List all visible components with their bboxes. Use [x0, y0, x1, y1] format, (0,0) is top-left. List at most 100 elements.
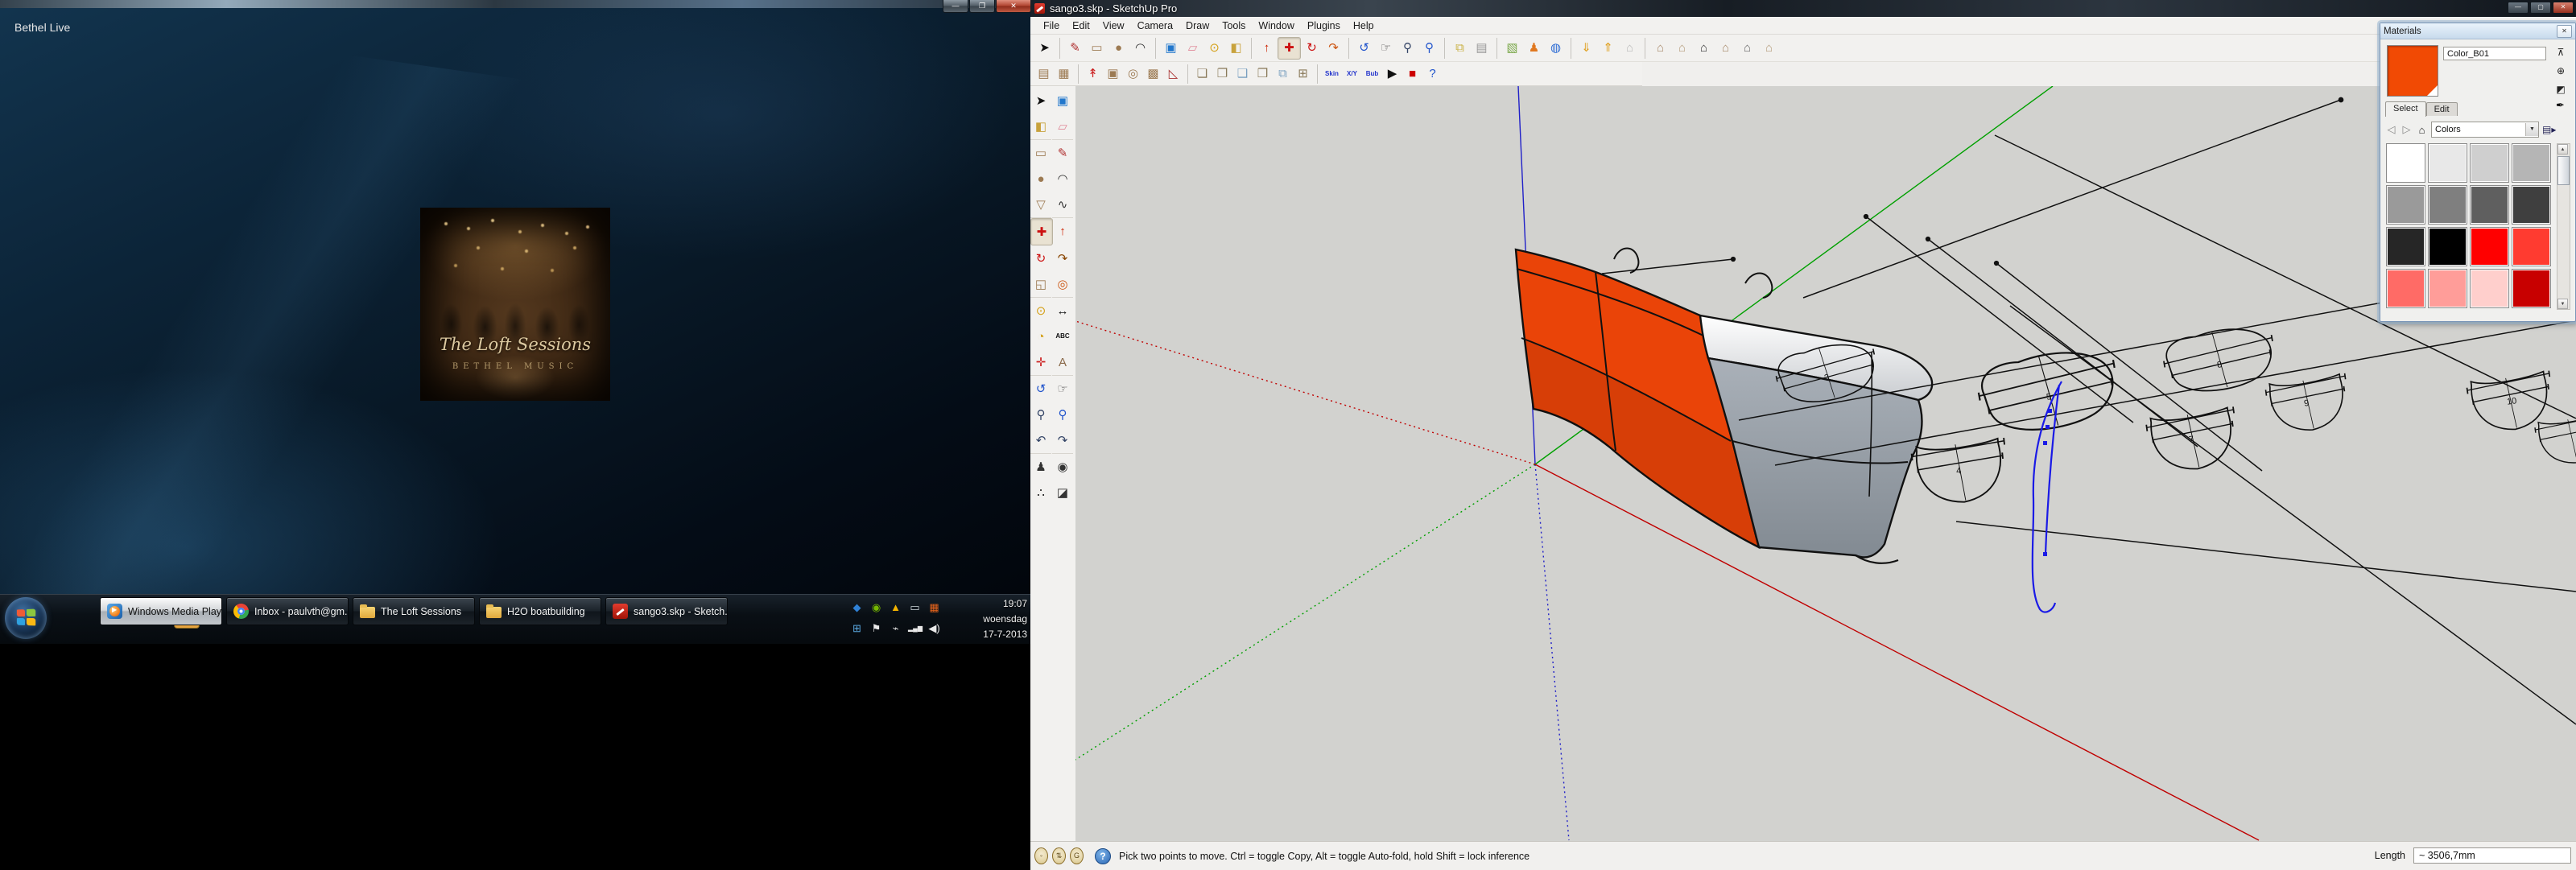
component-house-4-icon[interactable]: ⌂	[1715, 38, 1736, 59]
power-tray-icon[interactable]: ⌁	[889, 621, 902, 635]
maximize-button[interactable]: ▢	[2530, 2, 2551, 14]
offset-tool-icon[interactable]: ◎	[1052, 271, 1073, 298]
move-tool-icon[interactable]: ✚	[1278, 37, 1301, 60]
rectangle-tool-icon[interactable]: ▭	[1030, 140, 1051, 166]
line-tool-icon[interactable]: ✎	[1052, 140, 1073, 166]
menu-view[interactable]: View	[1096, 19, 1131, 33]
joint-push-pull-icon[interactable]: ❏	[1187, 64, 1212, 84]
color-swatch[interactable]	[2386, 227, 2425, 266]
minimize-button[interactable]: —	[2508, 2, 2529, 14]
forward-icon[interactable]: ▷	[2401, 123, 2413, 136]
display-tray-icon[interactable]: ▭	[908, 600, 922, 614]
restore-button[interactable]: ❐	[969, 0, 995, 13]
taskbar-button-windows-media-player[interactable]: Windows Media Player	[100, 597, 222, 625]
add-detail-tool-icon[interactable]: ▩	[1143, 64, 1163, 84]
taskbar-button-the-loft-sessions[interactable]: The Loft Sessions	[353, 597, 475, 625]
menu-window[interactable]: Window	[1252, 19, 1300, 33]
push-pull-tool-icon[interactable]: ↑	[1251, 38, 1278, 59]
sandbox-from-contours-icon[interactable]: ▤	[1034, 64, 1054, 84]
component-house-2-icon[interactable]: ⌂	[1671, 38, 1693, 59]
zoom-previous-tool-icon[interactable]: ⧉	[1444, 38, 1471, 59]
details-icon[interactable]: ▤▸	[2542, 124, 2556, 135]
move-tool-icon[interactable]: ✚	[1030, 218, 1053, 245]
normal-push-pull-icon[interactable]: ❑	[1232, 64, 1253, 84]
menu-help[interactable]: Help	[1347, 19, 1381, 33]
geo-location-badge-icon[interactable]: ◦	[1034, 847, 1048, 864]
make-component-icon[interactable]: ▣	[1052, 88, 1073, 113]
tab-select[interactable]: Select	[2385, 101, 2426, 117]
collection-dropdown[interactable]: Colors ▼	[2431, 122, 2539, 138]
menu-draw[interactable]: Draw	[1179, 19, 1216, 33]
zoom-tool-icon[interactable]: ⚲	[1030, 402, 1051, 427]
orbit-tool-icon[interactable]: ↺	[1030, 376, 1051, 402]
select-tool-icon[interactable]: ➤	[1034, 38, 1055, 59]
color-swatch[interactable]	[2386, 143, 2425, 183]
offset-tool-icon[interactable]: ↷	[1323, 38, 1344, 59]
measurement-box[interactable]: ~ 3506,7mm	[2413, 847, 2571, 864]
walk-tool-icon[interactable]: ∴	[1030, 480, 1051, 505]
color-swatch[interactable]	[2512, 143, 2551, 183]
select-tool-icon[interactable]: ➤	[1030, 88, 1051, 113]
google-drive-tray-icon[interactable]: ▲	[889, 600, 902, 614]
soap-run-icon[interactable]: ▶	[1382, 64, 1402, 84]
close-button[interactable]: ✕	[996, 0, 1030, 13]
rotate-tool-icon[interactable]: ↻	[1030, 245, 1051, 271]
credits-badge-icon[interactable]: ⇅	[1052, 847, 1066, 864]
taskbar-clock[interactable]: 19:07 woensdag 17-7-2013	[958, 596, 1030, 642]
share-models-icon[interactable]: ⇑	[1597, 38, 1619, 59]
hull-frame-x[interactable]	[2534, 413, 2576, 468]
color-swatch[interactable]	[2470, 269, 2509, 308]
color-swatch[interactable]	[2512, 227, 2551, 266]
add-location-icon[interactable]: ▧	[1496, 38, 1523, 59]
text-tool-icon[interactable]: ABC	[1052, 324, 1073, 349]
tape-measure-tool-icon[interactable]: ⊙	[1030, 298, 1051, 324]
materials-panel-titlebar[interactable]: Materials ✕	[2380, 23, 2575, 39]
menu-tools[interactable]: Tools	[1216, 19, 1252, 33]
3d-text-tool-icon[interactable]: A	[1052, 349, 1073, 376]
eraser-tool-icon[interactable]: ▱	[1182, 38, 1203, 59]
extrude-edges-icon[interactable]: ❒	[1253, 64, 1273, 84]
push-pull-tool-icon[interactable]: ↑	[1052, 218, 1073, 244]
look-around-tool-icon[interactable]: ◉	[1052, 454, 1073, 480]
soap-bubble-icon[interactable]: Bub	[1362, 64, 1382, 84]
avg-tray-icon[interactable]: ▦	[927, 600, 941, 614]
toggle-terrain-icon[interactable]: ♟	[1523, 38, 1545, 59]
zoom-tool-icon[interactable]: ⚲	[1397, 38, 1418, 59]
color-swatch[interactable]	[2512, 269, 2551, 308]
get-models-icon[interactable]: ⇓	[1571, 38, 1597, 59]
color-swatch[interactable]	[2512, 185, 2551, 225]
freehand-tool-icon[interactable]: ∿	[1052, 192, 1073, 218]
pan-tool-icon[interactable]: ☞	[1052, 376, 1073, 402]
hull-model[interactable]	[1516, 249, 1932, 563]
dropbox-tray-icon[interactable]: ◆	[850, 600, 864, 614]
menu-camera[interactable]: Camera	[1131, 19, 1179, 33]
action-center-flag-tray-icon[interactable]: ⚑	[869, 621, 883, 635]
scale-tool-icon[interactable]: ◱	[1030, 271, 1051, 298]
rectangle-tool-icon[interactable]: ▭	[1086, 38, 1108, 59]
back-icon[interactable]: ◁	[2385, 123, 2397, 136]
model-viewport[interactable]: 35478910	[1075, 86, 2576, 841]
soap-help-icon[interactable]: ?	[1422, 64, 1443, 84]
eraser-tool-icon[interactable]: ▱	[1052, 113, 1073, 140]
color-swatch[interactable]	[2428, 227, 2467, 266]
axes-tool-icon[interactable]: ✛	[1030, 349, 1051, 376]
color-swatch[interactable]	[2470, 227, 2509, 266]
zoom-extents-tool-icon[interactable]: ⚲	[1052, 402, 1073, 427]
paint-bucket-tool-icon[interactable]: ◧	[1225, 38, 1247, 59]
wmp-titlebar-glass[interactable]	[0, 0, 1030, 8]
create-material-button[interactable]: ⊕	[2553, 64, 2569, 78]
zoom-next-tool-icon[interactable]: ↷	[1052, 427, 1073, 454]
scroll-up-icon[interactable]: ▲	[2557, 144, 2568, 155]
nvidia-tray-icon[interactable]: ◉	[869, 600, 883, 614]
position-camera-tool-icon[interactable]: ♟	[1030, 454, 1051, 480]
sketchup-titlebar[interactable]: sango3.skp - SketchUp Pro — ▢ ✕	[1030, 0, 2576, 17]
photo-textures-icon[interactable]: ▤	[1471, 38, 1492, 59]
polygon-tool-icon[interactable]: ▽	[1030, 192, 1051, 218]
taskbar-button-sango3-skp-sketch[interactable]: sango3.skp - Sketch...	[605, 597, 728, 625]
soap-skin-icon[interactable]: Skin	[1317, 64, 1342, 84]
color-swatch[interactable]	[2386, 185, 2425, 225]
component-house-5-icon[interactable]: ⌂	[1736, 38, 1758, 59]
section-plane-tool-icon[interactable]: ◪	[1052, 480, 1073, 505]
share-component-icon[interactable]: ⌂	[1619, 38, 1641, 59]
zoom-extents-tool-icon[interactable]: ⚲	[1418, 38, 1440, 59]
